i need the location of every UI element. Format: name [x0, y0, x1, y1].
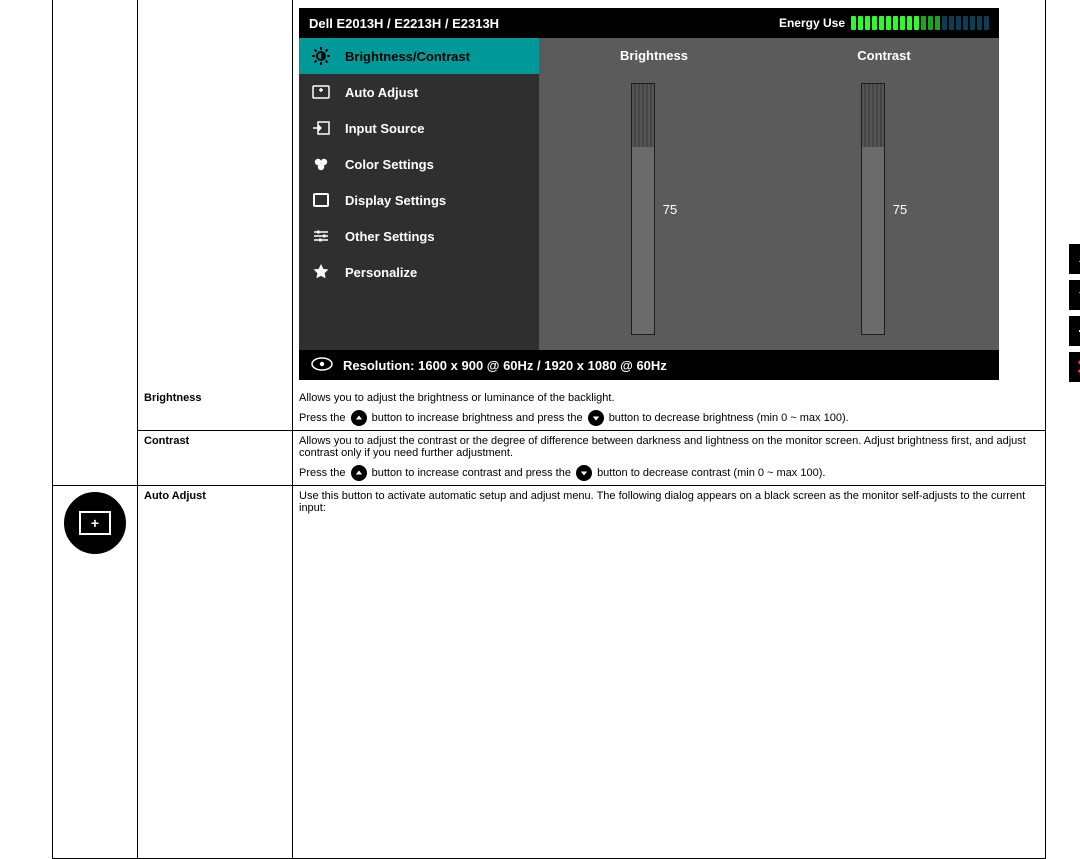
- contrast-desc: Allows you to adjust the contrast or the…: [299, 435, 1039, 459]
- autoadjust-desc: Use this button to activate automatic se…: [299, 490, 1025, 514]
- resolution-icon: [311, 357, 333, 374]
- osd-menu-label: Auto Adjust: [345, 85, 418, 100]
- osd-menu-item-auto-adjust[interactable]: Auto Adjust: [299, 74, 539, 110]
- osd-menu-item-other-settings[interactable]: Other Settings: [299, 218, 539, 254]
- nav-enter-button[interactable]: [1069, 316, 1080, 346]
- brightness-desc: Allows you to adjust the brightness or l…: [299, 392, 1039, 404]
- osd-menu: Brightness/Contrast Auto Adjust Input Sour…: [299, 38, 539, 350]
- auto-adjust-icon: [311, 82, 331, 102]
- osd-menu-item-personalize[interactable]: Personalize: [299, 254, 539, 290]
- auto-adjust-icon-cell: +: [53, 486, 138, 561]
- contrast-slider[interactable]: [861, 83, 885, 335]
- brightness-value: 75: [663, 202, 677, 217]
- display-icon: [311, 190, 331, 210]
- osd-menu-label: Other Settings: [345, 229, 435, 244]
- energy-label: Energy Use: [779, 16, 845, 30]
- osd-menu-label: Input Source: [345, 121, 424, 136]
- osd-header: Dell E2013H / E2213H / E2313H Energy Use: [299, 8, 999, 38]
- nav-up-button[interactable]: [1069, 244, 1080, 274]
- osd-menu-item-display-settings[interactable]: Display Settings: [299, 182, 539, 218]
- osd-menu-item-brightness-contrast[interactable]: Brightness/Contrast: [299, 38, 539, 74]
- manual-table: Dell E2013H / E2213H / E2313H Energy Use…: [52, 0, 1046, 859]
- row-contrast-body: Allows you to adjust the contrast or the…: [293, 431, 1046, 486]
- brightness-panel: Brightness 75: [539, 38, 769, 350]
- contrast-value: 75: [893, 202, 907, 217]
- row-autoadjust-body: Use this button to activate automatic se…: [293, 486, 1046, 561]
- label-col: [138, 0, 293, 388]
- input-source-icon: [311, 118, 331, 138]
- contrast-panel: Contrast 75: [769, 38, 999, 350]
- osd-menu-label: Brightness/Contrast: [345, 49, 470, 64]
- energy-meter: [851, 16, 989, 30]
- osd-footer: Resolution: 1600 x 900 @ 60Hz / 1920 x 1…: [299, 350, 999, 380]
- star-icon: [311, 262, 331, 282]
- nav-exit-button[interactable]: ✕: [1069, 352, 1080, 382]
- osd-cell: Dell E2013H / E2213H / E2313H Energy Use…: [293, 0, 1046, 388]
- osd-menu-label: Personalize: [345, 265, 417, 280]
- row-brightness-body: Allows you to adjust the brightness or l…: [293, 388, 1046, 431]
- brightness-slider[interactable]: [631, 83, 655, 335]
- resolution-text: Resolution: 1600 x 900 @ 60Hz / 1920 x 1…: [343, 358, 667, 373]
- down-chevron-icon: [576, 465, 592, 481]
- auto-adjust-icon: +: [64, 492, 126, 554]
- osd-menu-item-color-settings[interactable]: Color Settings: [299, 146, 539, 182]
- osd-menu-label: Display Settings: [345, 193, 446, 208]
- up-chevron-icon: [351, 410, 367, 426]
- panel-title-brightness: Brightness: [620, 38, 688, 74]
- sliders-icon: [311, 226, 331, 246]
- osd-menu-label: Color Settings: [345, 157, 434, 172]
- panel-title-contrast: Contrast: [857, 38, 910, 74]
- color-settings-icon: [311, 154, 331, 174]
- brightness-icon: [311, 46, 331, 66]
- nav-down-button[interactable]: [1069, 280, 1080, 310]
- up-chevron-icon: [351, 465, 367, 481]
- row-contrast-label: Contrast: [138, 431, 293, 486]
- osd-side-buttons: ✕: [1069, 244, 1080, 382]
- down-chevron-icon: [588, 410, 604, 426]
- osd-window: Dell E2013H / E2213H / E2313H Energy Use…: [299, 8, 999, 380]
- row-autoadjust-label: Auto Adjust: [138, 486, 293, 561]
- osd-title: Dell E2013H / E2213H / E2313H: [309, 16, 499, 31]
- row-brightness-label: Brightness: [138, 388, 293, 431]
- icon-col: [53, 0, 138, 388]
- osd-menu-item-input-source[interactable]: Input Source: [299, 110, 539, 146]
